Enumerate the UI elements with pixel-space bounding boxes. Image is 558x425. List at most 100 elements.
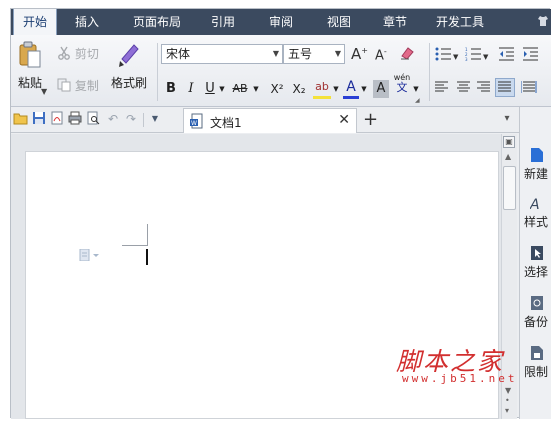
phonetic-guide-button[interactable]: wén 文 (393, 73, 411, 94)
scroll-down-arrow[interactable]: ▼ • ▾ (505, 386, 511, 416)
customize-toolbar-arrow[interactable]: ▼ (147, 111, 163, 127)
tab-developer[interactable]: 开发工具 (431, 9, 489, 35)
align-left-button[interactable] (435, 81, 449, 96)
bullet-list-icon (435, 47, 453, 64)
font-color-dropdown[interactable]: ▼ (359, 79, 369, 99)
shirt-skin-icon[interactable] (537, 15, 549, 28)
task-styles-button[interactable]: A 样式 (524, 195, 554, 230)
copy-button[interactable]: 复制 (57, 77, 99, 95)
paintbrush-icon (116, 41, 142, 72)
print-icon[interactable] (67, 111, 83, 127)
tab-home[interactable]: 开始 (13, 9, 57, 35)
task-select-button[interactable]: 选择 (524, 245, 554, 280)
font-name-select[interactable]: 宋体 ▼ (161, 44, 283, 64)
text-cursor (146, 249, 148, 265)
eraser-icon (399, 45, 415, 64)
font-dialog-launcher[interactable]: ◢ (415, 97, 420, 104)
tab-sections[interactable]: 章节 (375, 9, 415, 35)
margin-corner-mark (147, 224, 148, 246)
redo-icon[interactable]: ↷ (123, 111, 139, 127)
subscript-button[interactable]: X₂ (289, 79, 309, 99)
task-backup-button[interactable]: 备份 (524, 295, 554, 330)
svg-text:A: A (530, 197, 540, 211)
margin-corner-mark (122, 245, 148, 246)
tab-insert[interactable]: 插入 (67, 9, 107, 35)
italic-button[interactable]: I (183, 79, 199, 99)
task-select-label: 选择 (524, 265, 549, 279)
new-document-icon (530, 147, 544, 163)
select-cursor-icon (530, 245, 544, 261)
phonetic-dropdown[interactable]: ▼ (411, 79, 421, 99)
print-preview-icon[interactable] (85, 111, 101, 127)
distributed-align-button[interactable] (520, 81, 537, 96)
shrink-font-label: A (375, 48, 384, 64)
tab-view[interactable]: 视图 (319, 9, 359, 35)
char-shading-button[interactable]: A (373, 80, 389, 98)
font-color-button[interactable]: A (343, 79, 359, 99)
paste-dropdown-arrow[interactable]: ▼ (41, 87, 47, 96)
underline-dropdown[interactable]: ▼ (217, 79, 227, 99)
cut-button[interactable]: 剪切 (57, 45, 99, 63)
format-painter-button[interactable]: 格式刷 (107, 41, 151, 91)
chevron-down-icon: ▼ (334, 49, 342, 58)
align-right-icon (477, 81, 491, 96)
tab-page-layout[interactable]: 页面布局 (129, 9, 185, 35)
task-styles-label: 样式 (524, 215, 549, 229)
align-right-button[interactable] (477, 81, 491, 96)
new-tab-button[interactable]: + (363, 109, 378, 130)
increase-indent-button[interactable] (523, 47, 539, 64)
tab-review[interactable]: 审阅 (261, 9, 301, 35)
bullets-button[interactable]: ▼ (435, 47, 458, 64)
watermark-url: www.jb51.net (402, 372, 518, 385)
align-center-button[interactable] (457, 81, 471, 96)
ribbon-separator (429, 43, 430, 101)
task-new-label: 新建 (524, 167, 549, 181)
underline-button[interactable]: U (203, 79, 217, 99)
highlight-dropdown[interactable]: ▼ (331, 79, 341, 99)
task-backup-label: 备份 (524, 315, 549, 329)
bold-button[interactable]: B (163, 79, 179, 99)
undo-icon[interactable]: ↶ (105, 111, 121, 127)
clipboard-icon (18, 41, 42, 72)
strikethrough-dropdown[interactable]: ▼ (251, 79, 261, 99)
justify-button[interactable] (495, 78, 515, 97)
document-tab-label: 文档1 (210, 116, 242, 130)
task-restrict-button[interactable]: 限制 (524, 345, 554, 380)
styles-icon: A (529, 195, 544, 213)
highlight-button[interactable]: ab (313, 79, 331, 99)
save-icon[interactable] (31, 111, 47, 127)
split-view-icon[interactable]: ▣ (503, 136, 515, 148)
strikethrough-button[interactable]: AB (229, 79, 251, 99)
scrollbar-thumb[interactable] (503, 166, 516, 210)
format-painter-label: 格式刷 (110, 76, 147, 90)
document-tab[interactable]: W 文档1 ✕ (183, 108, 357, 133)
font-name-value: 宋体 (166, 47, 191, 61)
quick-access-toolbar: ↶ ↷ ▼ W 文档1 ✕ + ▾ (11, 107, 551, 133)
grow-font-button[interactable]: A+ (351, 45, 368, 63)
task-pane-toggle-icon[interactable]: ▾ (499, 111, 515, 127)
font-size-select[interactable]: 五号 ▼ (283, 44, 345, 64)
paste-button[interactable]: 粘贴 (15, 41, 45, 91)
task-restrict-label: 限制 (524, 365, 549, 379)
close-tab-icon[interactable]: ✕ (338, 112, 350, 128)
copy-label: 复制 (74, 79, 99, 93)
tab-references[interactable]: 引用 (203, 9, 243, 35)
svg-text:W: W (191, 120, 197, 127)
scroll-up-arrow[interactable]: ▲ (505, 152, 511, 161)
font-size-value: 五号 (288, 47, 313, 61)
superscript-button[interactable]: X² (267, 79, 287, 99)
word-document-icon: W (190, 113, 204, 132)
indent-icon (523, 47, 539, 64)
numbering-button[interactable]: 123 ▼ (465, 47, 488, 64)
outdent-icon (499, 47, 515, 64)
export-pdf-icon[interactable] (49, 111, 65, 127)
task-new-button[interactable]: 新建 (524, 147, 554, 182)
align-left-icon (435, 81, 449, 96)
clear-format-button[interactable] (399, 45, 415, 64)
open-folder-icon[interactable] (13, 111, 29, 127)
shrink-font-button[interactable]: A- (375, 47, 387, 63)
paragraph-layout-icon[interactable] (79, 248, 101, 264)
decrease-indent-button[interactable] (499, 47, 515, 64)
scissors-icon (57, 46, 71, 63)
menu-bar: 开始 插入 页面布局 引用 审阅 视图 章节 开发工具 (11, 9, 551, 35)
